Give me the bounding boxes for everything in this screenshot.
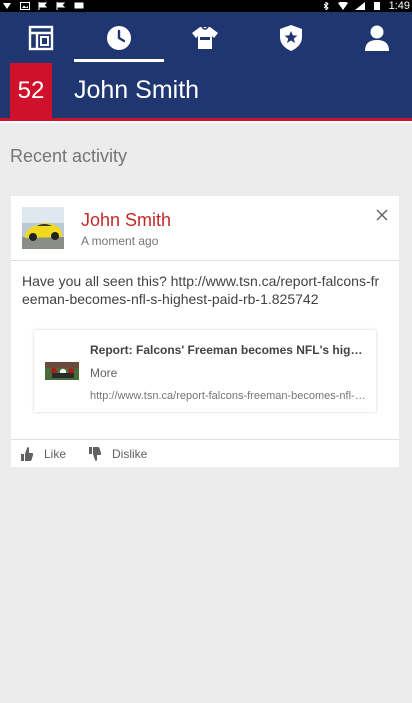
dislike-label: Dislike (112, 447, 148, 461)
dismiss-button[interactable] (376, 208, 388, 221)
thumbs-down-icon (89, 447, 102, 461)
app-bar: 52 John Smith (0, 12, 412, 118)
profile-name: John Smith (74, 76, 200, 104)
top-nav (0, 12, 412, 64)
status-bar: 1:49 (0, 0, 412, 12)
jersey-number-badge: 52 (10, 63, 52, 118)
link-title: Report: Falcons' Freeman becomes NFL's h… (90, 343, 366, 357)
close-icon (376, 209, 388, 221)
link-url: http://www.tsn.ca/report-falcons-freeman… (90, 390, 366, 402)
tab-profile[interactable] (336, 12, 412, 64)
football-thumbnail-image (45, 362, 79, 380)
like-button[interactable]: Like (20, 446, 66, 462)
divider (11, 260, 399, 261)
post-timestamp: A moment ago (81, 234, 159, 248)
activity-card: John Smith A moment ago Have you all see… (11, 196, 399, 467)
link-more[interactable]: More (90, 366, 117, 380)
header-white-stripe (0, 121, 412, 123)
message-icon (74, 2, 84, 9)
link-preview[interactable]: Report: Falcons' Freeman becomes NFL's h… (34, 330, 376, 412)
jersey-icon (192, 26, 218, 49)
dislike-button[interactable]: Dislike (88, 446, 147, 462)
section-title: Recent activity (10, 146, 128, 166)
like-label: Like (44, 447, 67, 461)
clock-icon (107, 26, 131, 50)
system-icons: 1:49 (321, 0, 410, 12)
thumbs-up-icon (21, 447, 34, 461)
notification-icons (2, 0, 84, 12)
bluetooth-icon (323, 2, 329, 10)
flag-icon (38, 2, 48, 10)
status-time: 1:49 (388, 0, 410, 12)
battery-icon (373, 2, 380, 10)
link-thumbnail (45, 362, 79, 380)
image-icon (20, 2, 30, 10)
signal-icon (354, 2, 365, 10)
shield-star-icon (280, 25, 302, 51)
car-avatar-image (22, 207, 64, 249)
post-author[interactable]: John Smith (81, 210, 171, 231)
tab-dashboard[interactable] (0, 12, 82, 64)
notification-icon (3, 3, 11, 9)
flag-icon (56, 2, 66, 10)
person-icon (365, 25, 389, 51)
tab-badge[interactable] (250, 12, 332, 64)
tab-activity[interactable] (74, 12, 164, 64)
divider (11, 439, 399, 440)
dashboard-icon (28, 25, 54, 51)
tab-jersey[interactable] (164, 12, 246, 64)
post-text: Have you all seen this? http://www.tsn.c… (22, 273, 380, 307)
avatar[interactable] (22, 207, 64, 249)
wifi-icon (337, 2, 348, 10)
